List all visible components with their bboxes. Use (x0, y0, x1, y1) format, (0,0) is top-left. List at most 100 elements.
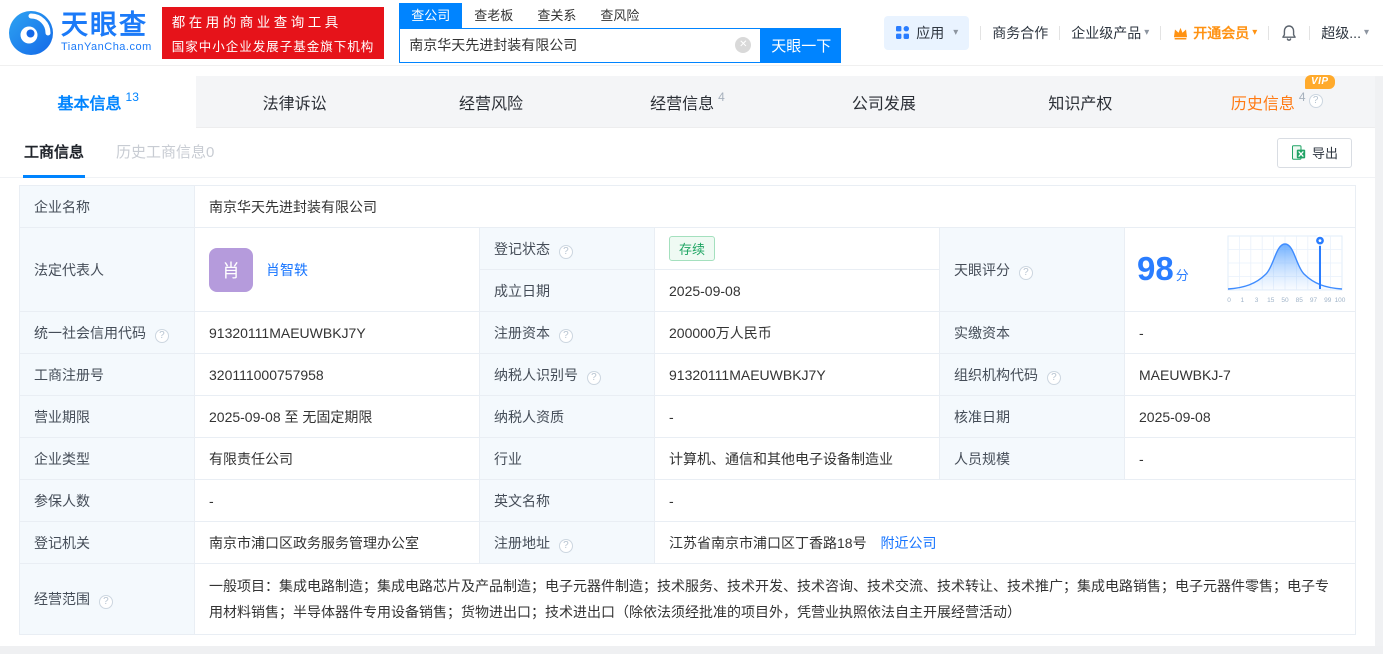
tab-operating-info[interactable]: 经营信息 4 (589, 76, 785, 127)
value-credit-code: 91320111MAEUWBKJ7Y (194, 311, 480, 354)
label-approval-date: 核准日期 (939, 395, 1125, 438)
table-row: 登记机关 南京市浦口区政务服务管理办公室 注册地址 ? 江苏省南京市浦口区丁香路… (19, 521, 1356, 564)
nav-super-vip[interactable]: 超级... ▾ (1321, 23, 1369, 43)
chevron-down-icon: ▾ (953, 27, 959, 38)
crown-icon (1174, 27, 1188, 40)
notification-bell-icon[interactable] (1280, 24, 1298, 42)
svg-text:1: 1 (1240, 297, 1244, 304)
table-row: 法定代表人 肖 肖智轶 登记状态 ? 存续 天眼评分 ? 98 分 0 1 3 … (19, 227, 1356, 312)
nearby-companies-link[interactable]: 附近公司 (880, 535, 936, 551)
search-tab-boss[interactable]: 查老板 (462, 3, 525, 28)
export-button[interactable]: 导出 (1276, 137, 1352, 168)
svg-text:50: 50 (1281, 297, 1289, 304)
search-button[interactable]: 天眼一下 (761, 27, 842, 63)
chevron-down-icon: ▾ (1144, 27, 1150, 38)
search-box: ✕ (399, 27, 762, 63)
table-row: 参保人数 - 英文名称 - (19, 479, 1356, 522)
svg-text:97: 97 (1310, 297, 1318, 304)
label-english-name: 英文名称 (479, 479, 655, 522)
value-establish-date: 2025-09-08 (654, 269, 940, 312)
svg-text:15: 15 (1267, 297, 1275, 304)
tab-history-info[interactable]: 历史信息 4 ? VIP (1179, 74, 1375, 127)
subtab-history-business-info[interactable]: 历史工商信息0 (115, 128, 215, 178)
search-area: 查公司 查老板 查关系 查风险 ✕ 天眼一下 (399, 2, 842, 63)
help-icon[interactable]: ? (154, 328, 169, 343)
divider (1309, 25, 1311, 40)
chevron-down-icon: ▾ (1252, 27, 1258, 38)
section-tabs: 基本信息 13 法律诉讼 经营风险 经营信息 4 公司发展 知识产权 历史信息 … (0, 74, 1375, 128)
clear-search-icon[interactable]: ✕ (735, 37, 752, 53)
search-input[interactable] (409, 37, 736, 53)
label-company-name: 企业名称 (19, 185, 195, 228)
divider (1160, 25, 1162, 40)
search-tab-risk[interactable]: 查风险 (588, 3, 651, 28)
company-detail-page: 基本信息 13 法律诉讼 经营风险 经营信息 4 公司发展 知识产权 历史信息 … (0, 74, 1375, 646)
label-business-scope: 经营范围 ? (19, 563, 195, 635)
table-row: 统一社会信用代码 ? 91320111MAEUWBKJ7Y 注册资本 ? 200… (19, 311, 1356, 354)
tab-company-development[interactable]: 公司发展 (786, 76, 982, 127)
help-icon[interactable]: ? (1018, 265, 1033, 280)
svg-text:85: 85 (1296, 297, 1304, 304)
label-staff-size: 人员规模 (939, 437, 1125, 480)
value-staff-size: - (1124, 437, 1356, 480)
tab-operating-risk[interactable]: 经营风险 (393, 76, 589, 127)
value-business-term: 2025-09-08 至 无固定期限 (194, 395, 480, 438)
label-business-term: 营业期限 (19, 395, 195, 438)
nav-enterprise-products[interactable]: 企业级产品 ▾ (1071, 23, 1149, 43)
value-reg-capital: 200000万人民币 (654, 311, 940, 354)
tianyancha-logo[interactable]: 天眼查 TianYanCha.com (8, 10, 152, 56)
tab-basic-info[interactable]: 基本信息 13 (0, 76, 197, 128)
nav-open-vip[interactable]: 开通会员 ▾ (1172, 23, 1257, 43)
status-badge: 存续 (669, 236, 716, 261)
help-icon[interactable]: ? (1308, 93, 1323, 108)
tab-legal-proceedings[interactable]: 法律诉讼 (196, 76, 392, 127)
value-legal-rep: 肖 肖智轶 (194, 227, 480, 312)
legal-rep-link[interactable]: 肖智轶 (266, 260, 308, 280)
value-reg-status: 存续 (654, 227, 940, 270)
value-english-name: - (654, 479, 1356, 522)
label-tianyan-score: 天眼评分 ? (939, 227, 1125, 312)
label-taxpayer-quality: 纳税人资质 (479, 395, 655, 438)
help-icon[interactable]: ? (1046, 370, 1061, 385)
table-row: 营业期限 2025-09-08 至 无固定期限 纳税人资质 - 核准日期 202… (19, 395, 1356, 438)
brand-name: 天眼查 (61, 10, 148, 40)
promo-line2: 国家中小企业发展子基金旗下机构 (171, 39, 375, 54)
label-paid-capital: 实缴资本 (939, 311, 1125, 354)
help-icon[interactable]: ? (98, 595, 113, 609)
svg-text:3: 3 (1255, 297, 1259, 304)
divider (1059, 25, 1061, 40)
value-company-type: 有限责任公司 (194, 437, 480, 480)
label-taxpayer-id: 纳税人识别号 ? (479, 353, 655, 396)
help-icon[interactable]: ? (558, 538, 573, 553)
label-reg-number: 工商注册号 (19, 353, 195, 396)
label-org-code: 组织机构代码 ? (939, 353, 1125, 396)
vip-badge: VIP (1304, 74, 1335, 89)
value-reg-number: 320111000757958 (194, 353, 480, 396)
search-tab-relation[interactable]: 查关系 (525, 3, 588, 28)
svg-text:0: 0 (1227, 297, 1231, 304)
apps-menu[interactable]: 应用 ▾ (884, 15, 970, 50)
tab-intellectual-property[interactable]: 知识产权 (982, 76, 1178, 127)
score-distribution-chart: 0 1 3 15 50 85 97 99 100 (1227, 234, 1346, 304)
search-tab-company[interactable]: 查公司 (399, 2, 463, 28)
value-reg-authority: 南京市浦口区政务服务管理办公室 (194, 521, 480, 564)
header-nav: 应用 ▾ 商务合作 企业级产品 ▾ 开通会员 ▾ 超级... ▾ (884, 15, 1369, 50)
help-icon[interactable]: ? (558, 244, 573, 259)
apps-grid-icon (896, 26, 910, 39)
value-org-code: MAEUWBKJ-7 (1124, 353, 1356, 396)
svg-text:99: 99 (1324, 297, 1332, 304)
vertical-scrollbar[interactable] (1375, 77, 1383, 654)
horizontal-scrollbar[interactable] (0, 646, 1383, 654)
label-establish-date: 成立日期 (479, 269, 655, 312)
divider (980, 25, 982, 40)
label-reg-address: 注册地址 ? (479, 521, 655, 564)
value-taxpayer-id: 91320111MAEUWBKJ7Y (654, 353, 940, 396)
nav-business-coop[interactable]: 商务合作 (992, 23, 1048, 43)
help-icon[interactable]: ? (558, 328, 573, 343)
divider (1268, 25, 1270, 40)
label-legal-rep: 法定代表人 (19, 227, 195, 312)
help-icon[interactable]: ? (586, 370, 601, 385)
legal-rep-avatar[interactable]: 肖 (209, 247, 253, 292)
subtab-business-info[interactable]: 工商信息 (23, 128, 86, 178)
business-info-table: 企业名称 南京华天先进封装有限公司 法定代表人 肖 肖智轶 登记状态 ? 存续 … (19, 185, 1356, 635)
